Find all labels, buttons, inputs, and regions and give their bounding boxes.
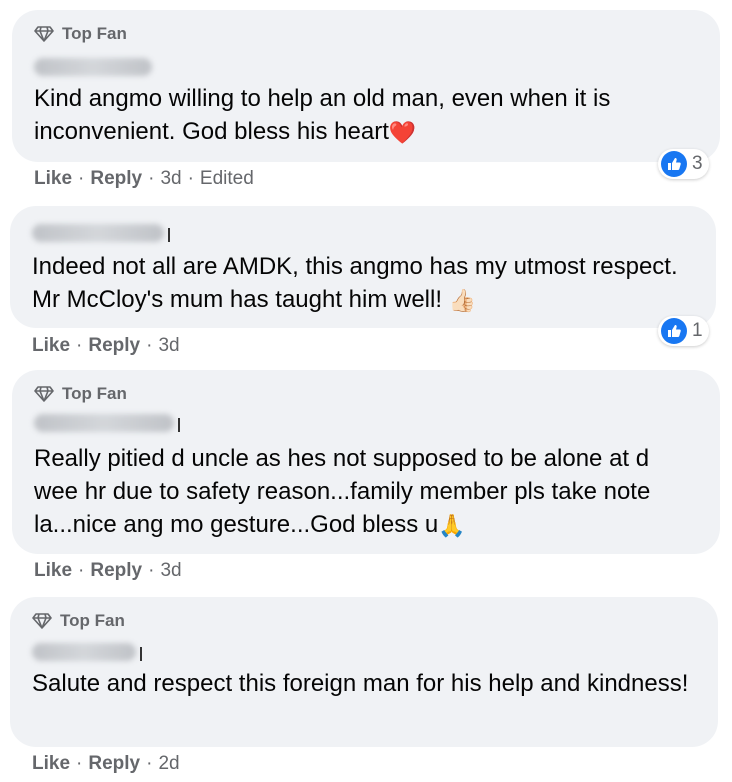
top-fan-badge: Top Fan [32, 611, 125, 631]
comment-actions: Like · Reply · 2d [32, 753, 180, 774]
comment-bubble: Indeed not all are AMDK, this angmo has … [10, 206, 716, 328]
author-name-blurred[interactable] [32, 224, 164, 242]
like-button[interactable]: Like [34, 560, 72, 581]
heart-emoji-icon: ❤️ [388, 120, 417, 146]
badge-label: Top Fan [62, 24, 127, 43]
like-button[interactable]: Like [34, 168, 72, 189]
top-fan-badge: Top Fan [34, 24, 127, 44]
edited-label[interactable]: Edited [200, 168, 254, 189]
comment-text: Kind angmo willing to help an old man, e… [34, 82, 698, 149]
comment-bubble: Top Fan Kind angmo willing to help an ol… [12, 10, 720, 162]
comment-text: Salute and respect this foreign man for … [32, 667, 696, 700]
diamond-icon [34, 386, 54, 402]
comment-actions: Like · Reply · 3d [32, 335, 180, 356]
reply-button[interactable]: Reply [90, 560, 142, 581]
reaction-count: 1 [692, 320, 703, 341]
author-name-blurred[interactable] [34, 58, 152, 76]
comment-bubble: Top Fan Really pitied d uncle as hes not… [12, 370, 720, 554]
comment-actions: Like · Reply · 3d · Edited [34, 168, 254, 189]
comment-body: Really pitied d uncle as hes not suppose… [34, 445, 651, 538]
reaction-summary[interactable]: 1 [658, 316, 709, 346]
badge-label: Top Fan [62, 384, 127, 403]
reaction-summary[interactable]: 3 [658, 149, 709, 179]
like-button[interactable]: Like [32, 753, 70, 774]
text-cursor [178, 418, 180, 432]
text-cursor [168, 228, 170, 242]
text-cursor [140, 647, 142, 661]
reply-button[interactable]: Reply [88, 335, 140, 356]
comment-body: Salute and respect this foreign man for … [32, 670, 689, 697]
comment-bubble: Top Fan Salute and respect this foreign … [10, 597, 718, 747]
comment-text: Really pitied d uncle as hes not suppose… [34, 442, 698, 542]
top-fan-badge: Top Fan [34, 384, 127, 404]
like-icon [661, 151, 687, 177]
badge-label: Top Fan [60, 611, 125, 630]
author-name-blurred[interactable] [34, 414, 174, 432]
author-name-blurred[interactable] [32, 643, 136, 661]
timestamp[interactable]: 3d [160, 168, 181, 189]
like-button[interactable]: Like [32, 335, 70, 356]
comment-text: Indeed not all are AMDK, this angmo has … [32, 250, 694, 317]
like-icon [661, 318, 687, 344]
comment-body: Indeed not all are AMDK, this angmo has … [32, 253, 678, 313]
reply-button[interactable]: Reply [88, 753, 140, 774]
comment-actions: Like · Reply · 3d [34, 560, 182, 581]
timestamp[interactable]: 3d [160, 560, 181, 581]
comment-body: Kind angmo willing to help an old man, e… [34, 85, 611, 145]
praying-hands-emoji-icon: 🙏 [438, 513, 466, 539]
diamond-icon [34, 26, 54, 42]
timestamp[interactable]: 2d [158, 753, 179, 774]
thumbs-up-emoji-icon: 👍🏻 [448, 288, 477, 314]
reaction-count: 3 [692, 153, 703, 174]
reply-button[interactable]: Reply [90, 168, 142, 189]
timestamp[interactable]: 3d [158, 335, 179, 356]
diamond-icon [32, 613, 52, 629]
